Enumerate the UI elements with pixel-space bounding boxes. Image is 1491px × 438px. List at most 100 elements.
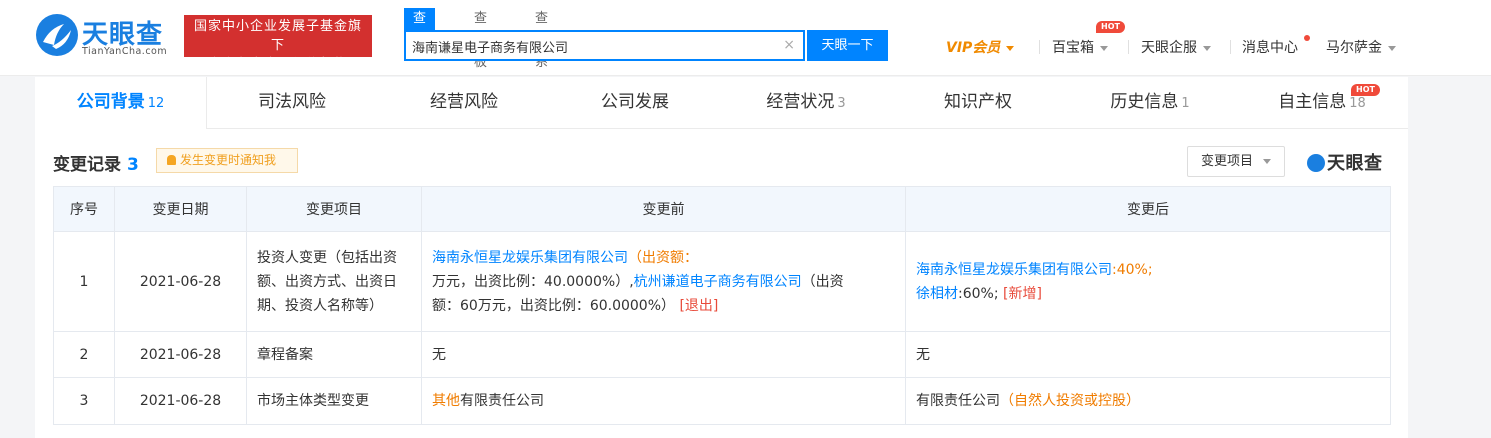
cell-no: 3 bbox=[53, 377, 115, 425]
exit-tag: [退出] bbox=[679, 297, 719, 314]
gov-badge-line2: 官方备案企业征信机构 bbox=[207, 57, 348, 72]
cell-before: 海南永恒星龙娱乐集团有限公司（出资额： 万元，出资比例：40.0000%）,杭州… bbox=[421, 231, 906, 332]
tab-count: 1 bbox=[1181, 96, 1190, 111]
tab-judicial-risk[interactable]: 司法风险 bbox=[207, 77, 377, 129]
after-diff-text: :40%; bbox=[1112, 261, 1153, 278]
tab-count: 12 bbox=[147, 96, 165, 111]
tab-company-development[interactable]: 公司发展 bbox=[550, 77, 720, 129]
tab-count: 3 bbox=[837, 96, 846, 111]
before-diff-text: （出资额： bbox=[628, 249, 698, 266]
company-link[interactable]: 海南永恒星龙娱乐集团有限公司 bbox=[916, 262, 1112, 278]
chevron-down-icon bbox=[1006, 45, 1015, 51]
cell-item: 投资人变更（包括出资额、出资方式、出资日期、投资人名称等） bbox=[246, 231, 422, 332]
cell-after: 海南永恒星龙娱乐集团有限公司:40%; 徐相材:60%; [新增] bbox=[905, 231, 1391, 332]
chevron-down-icon bbox=[1203, 45, 1211, 51]
top-header: 天眼查 TianYanCha.com 国家中小企业发展子基金旗下 官方备案企业征… bbox=[0, 0, 1491, 76]
gov-badge-line1: 国家中小企业发展子基金旗下 bbox=[193, 19, 362, 53]
nav-divider bbox=[1128, 40, 1129, 54]
tab-company-background[interactable]: 公司背景 12 bbox=[35, 77, 206, 129]
cell-after: 无 bbox=[905, 331, 1391, 378]
table-row: 2 2021-06-28 章程备案 无 无 bbox=[53, 331, 1391, 378]
person-link[interactable]: 徐相材 bbox=[916, 286, 958, 302]
logo-subtext: TianYanCha.com bbox=[82, 46, 168, 57]
col-header-date: 变更日期 bbox=[114, 186, 247, 232]
gov-certification-badge: 国家中小企业发展子基金旗下 官方备案企业征信机构 bbox=[184, 15, 372, 72]
change-records-panel: 变更记录 3 发生变更时通知我 变更项目 天眼查 序号 变更日期 变更项目 变更前… bbox=[35, 129, 1408, 438]
tab-history-info[interactable]: 历史信息 1 bbox=[1064, 77, 1236, 129]
table-row: 1 2021-06-28 投资人变更（包括出资额、出资方式、出资日期、投资人名称… bbox=[53, 231, 1391, 332]
cell-date: 2021-06-28 bbox=[114, 331, 247, 378]
table-row: 3 2021-06-28 市场主体类型变更 其他有限责任公司 有限责任公司（自然… bbox=[53, 377, 1391, 425]
search-box: × bbox=[404, 30, 805, 61]
bell-icon bbox=[167, 155, 176, 165]
tab-intellectual-property[interactable]: 知识产权 bbox=[892, 77, 1064, 129]
hot-badge: HOT bbox=[1096, 21, 1125, 33]
tab-count: 18 bbox=[1349, 96, 1366, 111]
search-tab-company[interactable]: 查公司 bbox=[404, 8, 436, 70]
unread-dot-icon bbox=[1304, 35, 1310, 41]
search-tab-boss[interactable]: 查老板 bbox=[474, 8, 487, 70]
cell-no: 2 bbox=[53, 331, 115, 378]
hot-badge: HOT bbox=[1351, 84, 1380, 96]
cell-item: 章程备案 bbox=[246, 331, 422, 378]
baibaoxiang-label: 百宝箱 bbox=[1052, 40, 1094, 56]
col-header-item: 变更项目 bbox=[246, 186, 422, 232]
after-text: :60%; bbox=[958, 285, 999, 302]
user-name: 马尔萨金 bbox=[1326, 40, 1382, 56]
tab-label: 公司发展 bbox=[601, 92, 669, 112]
tab-label: 自主信息 bbox=[1278, 92, 1347, 112]
tab-self-info[interactable]: 自主信息 18 bbox=[1236, 77, 1408, 129]
tab-label: 公司背景 bbox=[76, 92, 145, 112]
notify-on-change-button[interactable]: 发生变更时通知我 bbox=[156, 148, 298, 173]
tianyancha-logo[interactable]: 天眼查 TianYanCha.com bbox=[34, 12, 174, 62]
before-text: 有限责任公司 bbox=[460, 393, 544, 409]
filter-label: 变更项目 bbox=[1201, 154, 1254, 169]
qifu-menu[interactable]: 天眼企服 bbox=[1141, 37, 1211, 57]
tab-label: 司法风险 bbox=[258, 92, 326, 112]
chevron-down-icon bbox=[1100, 45, 1108, 51]
tab-label: 历史信息 bbox=[1110, 92, 1179, 112]
baibaoxiang-menu[interactable]: 百宝箱 bbox=[1052, 37, 1108, 57]
after-diff-text: （自然人投资或控股） bbox=[1000, 393, 1140, 409]
col-header-before: 变更前 bbox=[421, 186, 906, 232]
before-text: 万元，出资比例：40.0000%）, bbox=[432, 273, 634, 290]
clear-search-icon[interactable]: × bbox=[783, 37, 795, 53]
section-title: 变更记录 3 bbox=[53, 150, 139, 175]
cell-before: 其他有限责任公司 bbox=[421, 377, 906, 425]
user-menu[interactable]: 马尔萨金 bbox=[1326, 37, 1396, 57]
col-header-no: 序号 bbox=[53, 186, 115, 232]
cell-no: 1 bbox=[53, 231, 115, 332]
message-center-link[interactable]: 消息中心 bbox=[1242, 37, 1298, 57]
chevron-down-icon bbox=[1388, 45, 1396, 51]
after-text: 有限责任公司 bbox=[916, 393, 1000, 409]
chevron-down-icon bbox=[1263, 159, 1272, 164]
vip-label: VIP会员 bbox=[946, 40, 1001, 56]
tab-operation-risk[interactable]: 经营风险 bbox=[378, 77, 550, 129]
change-item-filter-select[interactable]: 变更项目 bbox=[1187, 146, 1285, 177]
cell-after: 有限责任公司（自然人投资或控股） bbox=[905, 377, 1391, 425]
vip-member-menu[interactable]: VIP会员 bbox=[946, 37, 1015, 57]
brand-text: 天眼查 bbox=[1327, 153, 1383, 174]
section-title-text: 变更记录 bbox=[53, 155, 121, 175]
company-link[interactable]: 海南永恒星龙娱乐集团有限公司 bbox=[432, 250, 628, 266]
nav-divider bbox=[1039, 40, 1040, 54]
tab-operation-status[interactable]: 经营状况 3 bbox=[720, 77, 892, 129]
search-tab-relation[interactable]: 查关系 bbox=[535, 8, 548, 70]
cell-before: 无 bbox=[421, 331, 906, 378]
tab-label: 经营状况 bbox=[766, 92, 835, 112]
before-diff-text: 其他 bbox=[432, 393, 460, 409]
company-link[interactable]: 杭州谦道电子商务有限公司 bbox=[634, 274, 802, 290]
before-text: 额：60万元，出资比例：60.0000%） bbox=[432, 297, 676, 314]
search-input[interactable] bbox=[412, 36, 772, 56]
qifu-label: 天眼企服 bbox=[1141, 40, 1197, 56]
before-text: （出资 bbox=[801, 273, 844, 290]
change-records-table: 序号 变更日期 变更项目 变更前 变更后 1 2021-06-28 投资人变更（… bbox=[53, 186, 1391, 425]
notify-label: 发生变更时通知我 bbox=[180, 153, 277, 167]
new-tag: [新增] bbox=[1003, 285, 1042, 302]
table-header-row: 序号 变更日期 变更项目 变更前 变更后 bbox=[53, 186, 1391, 232]
cell-date: 2021-06-28 bbox=[114, 231, 247, 332]
search-button[interactable]: 天眼一下 bbox=[807, 30, 888, 61]
tab-label: 经营风险 bbox=[430, 92, 498, 112]
cell-date: 2021-06-28 bbox=[114, 377, 247, 425]
section-count: 3 bbox=[127, 155, 139, 175]
